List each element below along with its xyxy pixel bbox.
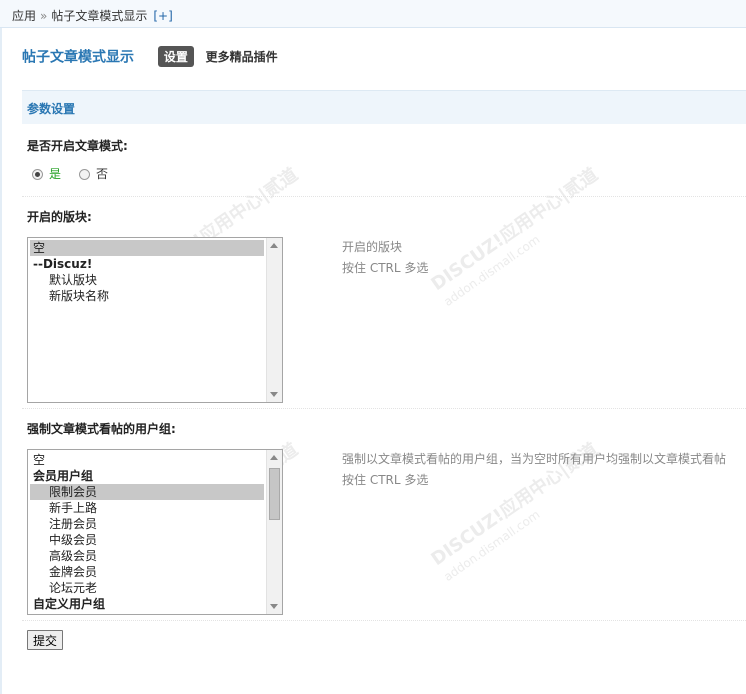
- breadcrumb: 应用 » 帖子文章模式显示 [+]: [12, 7, 173, 24]
- scrollbar-thumb[interactable]: [269, 468, 280, 520]
- forums-option[interactable]: 空: [30, 240, 264, 256]
- chevron-up-icon[interactable]: [270, 243, 278, 248]
- more-plugins-link[interactable]: 更多精品插件: [206, 50, 278, 64]
- plugin-header: 帖子文章模式显示 设置 更多精品插件: [22, 46, 278, 68]
- forums-tip-line2: 按住 CTRL 多选: [342, 261, 429, 275]
- usergroup-option[interactable]: 新手上路: [30, 500, 264, 516]
- forums-tip-line1: 开启的版块: [342, 240, 403, 254]
- forums-tip: 开启的版块 按住 CTRL 多选: [342, 237, 428, 279]
- usergroup-option[interactable]: 高级会员: [30, 548, 264, 564]
- usergroups-tip-line1: 强制以文章模式看帖的用户组，当为空时所有用户均强制以文章模式看帖: [342, 452, 727, 466]
- usergroups-scrollbar[interactable]: [266, 450, 282, 614]
- usergroup-option[interactable]: 中级会员: [30, 532, 264, 548]
- tab-settings[interactable]: 设置: [157, 46, 194, 67]
- forums-multiselect[interactable]: 空 --Discuz! 默认版块 新版块名称: [27, 237, 283, 403]
- usergroup-option[interactable]: 会员用户组: [30, 468, 264, 484]
- usergroups-tip-line2: 按住 CTRL 多选: [342, 473, 429, 487]
- usergroup-option[interactable]: 空: [30, 452, 264, 468]
- chevron-down-icon[interactable]: [270, 392, 278, 397]
- forums-scrollbar[interactable]: [266, 238, 282, 402]
- plugin-title: 帖子文章模式显示: [22, 49, 134, 66]
- usergroup-option[interactable]: 论坛元老: [30, 580, 264, 596]
- article-mode-label: 是否开启文章模式:: [27, 139, 128, 153]
- radio-yes-label[interactable]: 是: [49, 167, 61, 181]
- usergroups-label: 强制文章模式看帖的用户组:: [27, 422, 176, 436]
- forums-option[interactable]: --Discuz!: [30, 256, 264, 272]
- article-mode-radio-group: 是否: [32, 165, 108, 182]
- chevron-up-icon[interactable]: [270, 455, 278, 460]
- breadcrumb-separator: »: [40, 9, 48, 23]
- radio-no[interactable]: [79, 169, 91, 180]
- forums-option[interactable]: 新版块名称: [30, 288, 264, 304]
- usergroup-option[interactable]: 金牌会员: [30, 564, 264, 580]
- watermark-logo: DISCUZ!应用中心|贰道addon.dismall.com: [427, 164, 602, 309]
- top-breadcrumb-bar: 应用 » 帖子文章模式显示 [+]: [0, 0, 746, 28]
- left-border: [0, 28, 2, 694]
- usergroups-multiselect[interactable]: 空 会员用户组 限制会员 新手上路 注册会员 中级会员 高级会员 金牌会员 论坛…: [27, 449, 283, 615]
- radio-yes[interactable]: [32, 169, 43, 180]
- forums-option[interactable]: 默认版块: [30, 272, 264, 288]
- usergroup-option[interactable]: 注册会员: [30, 516, 264, 532]
- chevron-down-icon[interactable]: [270, 604, 278, 609]
- breadcrumb-current: 帖子文章模式显示: [51, 9, 148, 23]
- usergroups-tip: 强制以文章模式看帖的用户组，当为空时所有用户均强制以文章模式看帖 按住 CTRL…: [342, 449, 726, 491]
- breadcrumb-root[interactable]: 应用: [12, 9, 36, 23]
- row-divider: [22, 408, 746, 409]
- add-shortcut-link[interactable]: [+]: [153, 9, 172, 23]
- usergroup-option[interactable]: 限制会员: [30, 484, 264, 500]
- section-header: 参数设置: [22, 90, 746, 124]
- section-title: 参数设置: [27, 102, 76, 116]
- usergroup-option[interactable]: 自定义用户组: [30, 596, 264, 612]
- radio-no-label[interactable]: 否: [96, 167, 108, 181]
- row-divider: [22, 196, 746, 197]
- submit-button[interactable]: 提交: [27, 630, 64, 650]
- row-divider: [22, 620, 746, 621]
- forums-label: 开启的版块:: [27, 210, 92, 224]
